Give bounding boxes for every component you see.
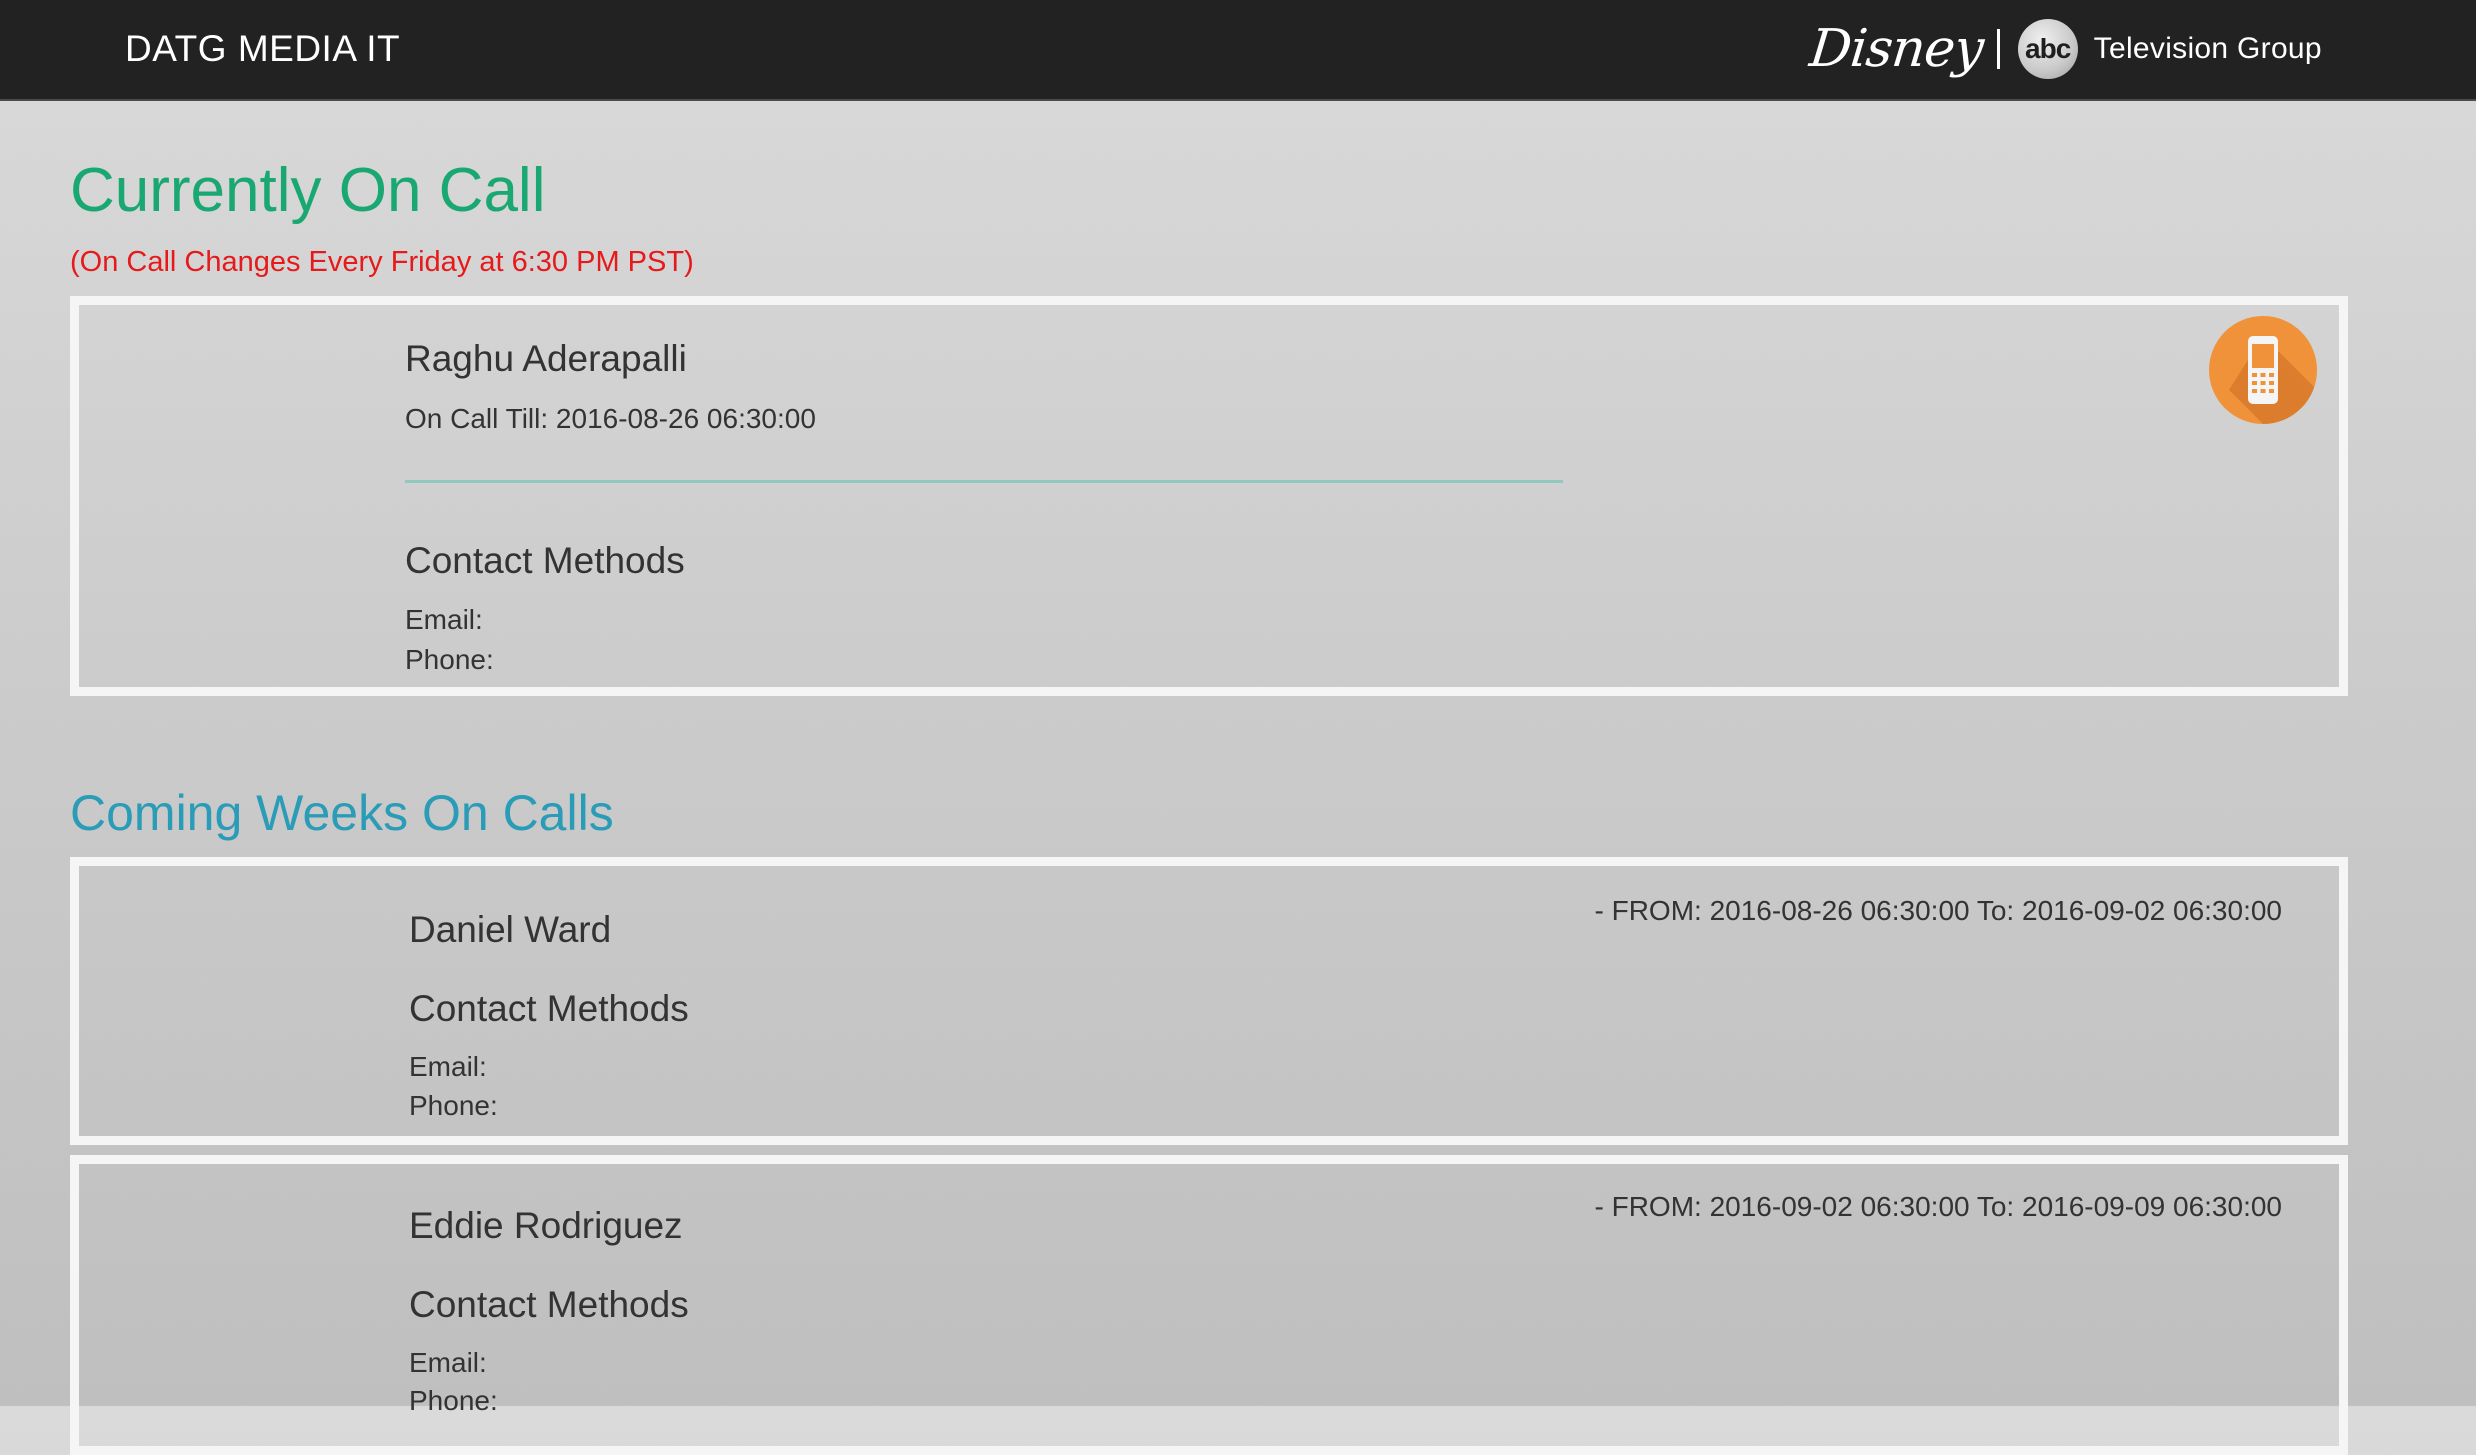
email-label: Email: bbox=[409, 1347, 487, 1378]
top-navbar: DATG MEDIA IT Disney abc Television Grou… bbox=[0, 0, 2476, 101]
television-group-label: Television Group bbox=[2093, 32, 2322, 65]
contact-methods-heading: Contact Methods bbox=[409, 988, 689, 1029]
contact-methods-heading: Contact Methods bbox=[405, 540, 685, 581]
mobile-phone-icon[interactable] bbox=[2209, 316, 2317, 424]
week-date-range: - FROM: 2016-09-02 06:30:00 To: 2016-09-… bbox=[1594, 1191, 2283, 1222]
week-person-name: Eddie Rodriguez bbox=[409, 1205, 683, 1246]
phone-label: Phone: bbox=[409, 1385, 498, 1416]
week-date-range: - FROM: 2016-08-26 06:30:00 To: 2016-09-… bbox=[1594, 895, 2283, 926]
week-person-name: Daniel Ward bbox=[409, 909, 612, 950]
coming-weeks-title: Coming Weeks On Calls bbox=[70, 785, 614, 841]
contact-methods-heading: Contact Methods bbox=[409, 1284, 689, 1325]
disney-abc-logo: Disney abc Television Group bbox=[1806, 12, 2322, 86]
card-divider bbox=[405, 480, 1563, 483]
phone-label: Phone: bbox=[405, 644, 494, 675]
mobile-phone-icon-graphic bbox=[2229, 336, 2317, 424]
oncall-week-card: Eddie Rodriguez - FROM: 2016-09-02 06:30… bbox=[70, 1155, 2348, 1455]
email-label: Email: bbox=[409, 1051, 487, 1082]
oncall-person-name: Raghu Aderapalli bbox=[405, 338, 687, 379]
disney-wordmark: Disney bbox=[1806, 19, 1986, 79]
current-oncall-card: Raghu Aderapalli On Call Till: 2016-08-2… bbox=[70, 296, 2348, 696]
logo-separator bbox=[1996, 29, 2000, 69]
site-brand[interactable]: DATG MEDIA IT bbox=[125, 27, 400, 71]
oncall-week-card: Daniel Ward - FROM: 2016-08-26 06:30:00 … bbox=[70, 857, 2348, 1145]
oncall-till: On Call Till: 2016-08-26 06:30:00 bbox=[405, 403, 816, 434]
oncall-change-note: (On Call Changes Every Friday at 6:30 PM… bbox=[70, 246, 694, 278]
current-oncall-title: Currently On Call bbox=[70, 156, 546, 225]
abc-logo-icon: abc bbox=[2017, 19, 2078, 79]
phone-label: Phone: bbox=[409, 1090, 498, 1121]
email-label: Email: bbox=[405, 604, 483, 635]
